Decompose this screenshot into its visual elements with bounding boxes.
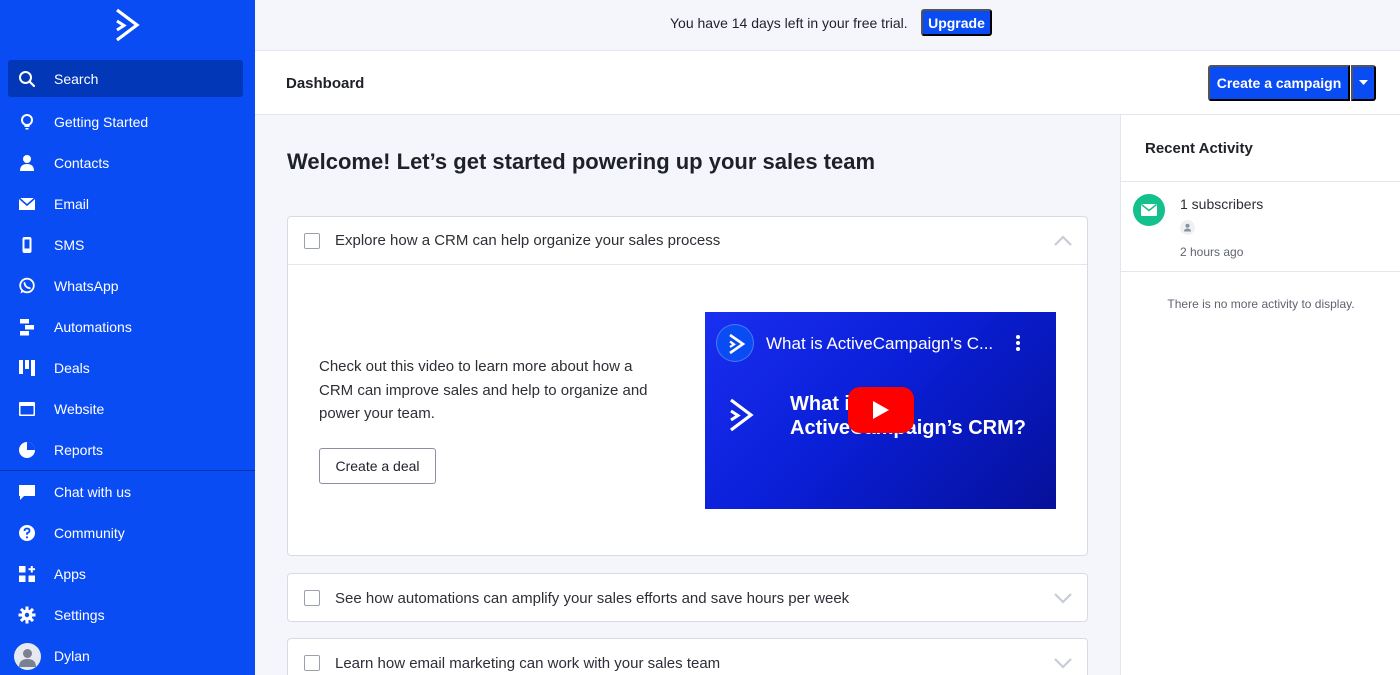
activecampaign-arrow-icon <box>730 398 754 432</box>
envelope-icon <box>18 197 36 210</box>
automation-icon <box>20 319 34 336</box>
caret-down-icon <box>1359 80 1368 85</box>
create-campaign-dropdown-button[interactable] <box>1351 65 1376 101</box>
welcome-heading: Welcome! Let’s get started powering up y… <box>287 149 876 174</box>
activity-timestamp: 2 hours ago <box>1180 245 1244 259</box>
video-title[interactable]: What is ActiveCampaign's C... <box>766 334 993 354</box>
chevron-down-icon[interactable] <box>1053 591 1073 605</box>
sidebar-item-apps[interactable]: Apps <box>0 553 255 594</box>
recent-activity-title: Recent Activity <box>1145 140 1253 157</box>
sidebar-item-label: Reports <box>54 441 104 458</box>
lightbulb-icon <box>21 114 33 130</box>
checklist-card-header[interactable]: See how automations can amplify your sal… <box>288 574 1087 622</box>
pipeline-icon <box>19 360 35 376</box>
sidebar-item-label: Apps <box>54 565 86 582</box>
sidebar-item-label: Deals <box>54 359 90 376</box>
checklist-card-crm: Explore how a CRM can help organize your… <box>287 216 1088 556</box>
checklist-checkbox[interactable] <box>304 233 320 249</box>
help-icon <box>19 525 35 541</box>
sidebar-item-label: Dylan <box>54 647 90 664</box>
trial-banner-text: You have 14 days left in your free trial… <box>670 15 908 31</box>
checklist-checkbox[interactable] <box>304 590 320 606</box>
avatar-icon <box>14 643 41 670</box>
sidebar-item-label: Community <box>54 524 125 541</box>
sidebar-item-label: Website <box>54 400 105 417</box>
email-activity-icon <box>1133 194 1165 226</box>
sidebar-item-reports[interactable]: Reports <box>0 429 255 470</box>
checklist-card-title: Explore how a CRM can help organize your… <box>335 232 721 249</box>
sidebar-item-label: SMS <box>54 236 85 253</box>
more-options-icon[interactable] <box>1015 334 1021 352</box>
person-icon <box>20 155 34 171</box>
checklist-card-email-marketing[interactable]: Learn how email marketing can work with … <box>287 638 1088 675</box>
sidebar-item-email[interactable]: Email <box>0 183 255 224</box>
sidebar-item-label: Contacts <box>54 154 110 171</box>
checklist-card-header[interactable]: Learn how email marketing can work with … <box>288 639 1087 675</box>
sidebar-item-label: Automations <box>54 318 132 335</box>
sidebar-item-automations[interactable]: Automations <box>0 306 255 347</box>
search-icon <box>19 71 36 88</box>
sidebar-item-profile[interactable]: Dylan <box>0 635 255 675</box>
sidebar-item-sms[interactable]: SMS <box>0 224 255 265</box>
checklist-card-title: Learn how email marketing can work with … <box>335 654 721 672</box>
chevron-up-icon[interactable] <box>1053 234 1073 248</box>
sidebar: Search Getting Started Contacts Email SM… <box>0 0 255 675</box>
phone-icon <box>22 237 32 253</box>
sidebar-item-website[interactable]: Website <box>0 388 255 429</box>
browser-icon <box>19 402 35 416</box>
sidebar-item-label: Search <box>54 70 99 87</box>
page-header: Dashboard Create a campaign <box>255 51 1400 115</box>
activity-empty-message: There is no more activity to display. <box>1167 297 1355 311</box>
apps-icon <box>19 566 35 582</box>
activity-item-text[interactable]: 1 subscribers <box>1180 196 1263 212</box>
checklist-card-description: Check out this video to learn more about… <box>319 358 648 422</box>
trial-banner: You have 14 days left in your free trial… <box>255 0 1400 51</box>
video-player[interactable]: What is ActiveCampaign's C... What is Ac… <box>705 312 1056 509</box>
channel-logo-icon[interactable] <box>716 324 754 362</box>
divider <box>1121 181 1400 182</box>
whatsapp-icon <box>19 277 35 294</box>
checklist-card-title: See how automations can amplify your sal… <box>335 589 850 607</box>
checklist-card-automations[interactable]: See how automations can amplify your sal… <box>287 573 1088 622</box>
page-title: Dashboard <box>286 75 365 92</box>
main-content: Welcome! Let’s get started powering up y… <box>255 115 1120 675</box>
sidebar-item-label: Email <box>54 195 90 212</box>
upgrade-button[interactable]: Upgrade <box>921 9 992 36</box>
create-deal-button[interactable]: Create a deal <box>319 448 436 484</box>
play-icon <box>873 401 889 419</box>
divider <box>1121 271 1400 272</box>
sidebar-item-search[interactable]: Search <box>8 60 243 97</box>
person-icon <box>1180 220 1195 235</box>
sidebar-item-contacts[interactable]: Contacts <box>0 142 255 183</box>
sidebar-item-whatsapp[interactable]: WhatsApp <box>0 265 255 306</box>
sidebar-item-label: Getting Started <box>54 113 149 130</box>
sidebar-item-label: Settings <box>54 606 105 623</box>
play-button[interactable] <box>848 387 914 433</box>
create-campaign-button[interactable]: Create a campaign <box>1208 65 1350 101</box>
chat-icon <box>19 485 35 500</box>
sidebar-item-chat[interactable]: Chat with us <box>0 471 255 512</box>
checklist-card-header[interactable]: Explore how a CRM can help organize your… <box>288 217 1087 265</box>
sidebar-item-deals[interactable]: Deals <box>0 347 255 388</box>
pie-chart-icon <box>19 442 35 458</box>
sidebar-item-label: WhatsApp <box>54 277 119 294</box>
checklist-checkbox[interactable] <box>304 655 320 671</box>
chevron-down-icon[interactable] <box>1053 656 1073 670</box>
sidebar-item-label: Chat with us <box>54 483 132 500</box>
sidebar-item-settings[interactable]: Settings <box>0 594 255 635</box>
sidebar-nav: Search Getting Started Contacts Email SM… <box>0 60 255 675</box>
gear-icon <box>18 606 36 624</box>
sidebar-item-community[interactable]: Community <box>0 512 255 553</box>
recent-activity-panel: Recent Activity 1 subscribers 2 hours ag… <box>1120 115 1400 675</box>
activecampaign-logo-icon[interactable] <box>113 8 141 42</box>
sidebar-item-getting-started[interactable]: Getting Started <box>0 101 255 142</box>
